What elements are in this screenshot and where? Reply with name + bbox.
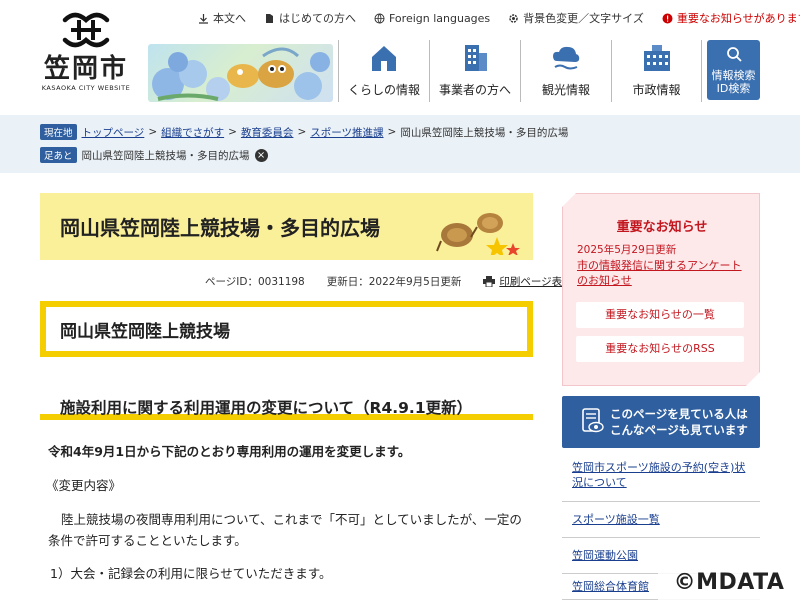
id-search-label: ID検索: [716, 82, 751, 95]
site-header: 笠岡市 KASAOKA CITY WEBSITE 本文へ はじめての方へ For…: [0, 0, 800, 115]
breadcrumb-current: 岡山県笠岡陸上競技場・多目的広場: [400, 126, 569, 139]
watermark: ©MDATA: [658, 566, 800, 600]
page-id: ページID：0031198: [205, 276, 305, 288]
notice-title: 重要なお知らせ: [616, 220, 708, 235]
breadcrumb-link-top[interactable]: トップページ: [82, 125, 145, 140]
nav-city-government[interactable]: 市政情報: [611, 40, 702, 102]
nav-living-info[interactable]: くらしの情報: [338, 40, 429, 102]
related-pages-header: このページを見ている人は こんなページも見ています: [562, 396, 760, 448]
info-search-label: 情報検索: [711, 69, 756, 82]
section-heading-box: 岡山県笠岡陸上競技場: [40, 301, 533, 357]
document-eye-icon: [582, 408, 604, 433]
list-item[interactable]: スポーツ施設一覧: [562, 502, 760, 538]
display-settings-label: 背景色変更／文字サイズ: [523, 12, 644, 25]
foreign-languages-link[interactable]: Foreign languages: [374, 10, 490, 26]
nav-business[interactable]: 事業者の方へ: [429, 40, 520, 102]
updated-date: 更新日：2022年9月5日更新: [326, 276, 462, 288]
foreign-languages-label: Foreign languages: [389, 11, 491, 25]
logo-text: 笠岡市: [43, 54, 128, 84]
breadcrumb-separator: >: [228, 126, 237, 138]
intro-paragraph: 令和4年9月1日から下記のとおり専用利用の運用を変更します。: [48, 444, 411, 459]
alert-icon: [662, 13, 673, 24]
corner-fold: [746, 372, 760, 386]
related-pages-title-line2: こんなページも見ています: [610, 423, 748, 437]
current-location-tag: 現在地: [40, 124, 77, 140]
subsection-heading: 施設利用に関する利用運用の変更について（R4.9.1更新）: [40, 394, 533, 420]
nav-business-label: 事業者の方へ: [438, 83, 511, 97]
header-banner-image: [148, 44, 333, 102]
body-paragraph: 陸上競技場の夜間専用利用について、これまで「不可」としていましたが、一定の条件で…: [48, 512, 522, 548]
nav-living-info-label: くらしの情報: [347, 83, 420, 97]
main-navigation: くらしの情報 事業者の方へ 観光情報 市政情報: [338, 40, 702, 102]
related-pages-title: このページを見ている人は こんなページも見ています: [610, 406, 748, 438]
page-meta: ページID：0031198 更新日：2022年9月5日更新 印刷ページ表示: [205, 274, 573, 289]
print-page-link[interactable]: 印刷ページ表示: [483, 274, 573, 289]
mascot-decoration-icon: [436, 213, 520, 255]
utility-links: 本文へ はじめての方へ Foreign languages 背景色変更／文字サイ…: [198, 10, 800, 26]
building-icon: [465, 45, 487, 71]
footprint-tag: 足あと: [40, 147, 77, 163]
cloud-icon: [553, 46, 580, 70]
logo-subtext: KASAOKA CITY WEBSITE: [41, 84, 131, 92]
section-heading: 岡山県笠岡陸上競技場: [60, 322, 230, 342]
notice-list-button[interactable]: 重要なお知らせの一覧: [576, 302, 744, 328]
page-title: 岡山県笠岡陸上競技場・多目的広場: [60, 216, 380, 240]
breadcrumb-link-sports-division[interactable]: スポーツ推進課: [310, 125, 383, 140]
subsection-heading-text: 施設利用に関する利用運用の変更について（R4.9.1更新）: [60, 399, 473, 417]
search-icon: [726, 47, 742, 62]
page-title-band: 岡山県笠岡陸上競技場・多目的広場: [40, 193, 533, 260]
notice-rss-button[interactable]: 重要なお知らせのRSS: [576, 336, 744, 362]
condition-item: 1）大会・記録会の利用に限らせていただきます。: [50, 566, 332, 581]
important-notice-link[interactable]: 重要なお知らせがあります: [662, 10, 800, 26]
nav-tourism[interactable]: 観光情報: [520, 40, 611, 102]
important-notice-panel: 重要なお知らせ 2025年5月29日更新 市の情報発信に関するアンケートのお知ら…: [562, 193, 760, 386]
corner-fold: [562, 193, 576, 207]
printer-icon: [483, 276, 496, 287]
breadcrumb-area: 現在地 トップページ > 組織でさがす > 教育委員会 > スポーツ推進課 > …: [0, 115, 800, 173]
globe-icon: [374, 13, 385, 24]
nav-tourism-label: 観光情報: [541, 83, 590, 97]
related-pages-title-line1: このページを見ている人は: [610, 407, 748, 421]
gear-icon: [508, 13, 519, 24]
house-icon: [372, 46, 396, 71]
city-hall-icon: [643, 45, 670, 71]
display-settings-link[interactable]: 背景色変更／文字サイズ: [508, 10, 644, 26]
breadcrumb-separator: >: [387, 126, 397, 138]
notice-link[interactable]: 市の情報発信に関するアンケートのお知らせ: [577, 258, 752, 288]
download-arrow-icon: [198, 13, 209, 24]
skip-to-content-label: 本文へ: [213, 12, 246, 25]
skip-to-content-link[interactable]: 本文へ: [198, 10, 246, 26]
city-emblem-icon: [61, 10, 111, 50]
footprint-item[interactable]: 岡山県笠岡陸上競技場・多目的広場: [82, 148, 250, 163]
nav-city-government-label: 市政情報: [632, 83, 681, 97]
changes-label: 《変更内容》: [46, 478, 122, 493]
footprint-trail: 足あと 岡山県笠岡陸上競技場・多目的広場 ×: [40, 147, 268, 163]
list-item[interactable]: 笠岡市スポーツ施設の予約(空き)状況について: [562, 448, 760, 502]
breadcrumb: 現在地 トップページ > 組織でさがす > 教育委員会 > スポーツ推進課 > …: [40, 124, 568, 140]
bookmark-icon: [264, 13, 275, 24]
info-search-button[interactable]: 情報検索 ID検索: [707, 40, 760, 100]
site-logo[interactable]: 笠岡市 KASAOKA CITY WEBSITE: [40, 10, 132, 102]
important-notice-label: 重要なお知らせがあります: [676, 12, 800, 25]
breadcrumb-separator: >: [148, 126, 158, 138]
first-time-visitors-link[interactable]: はじめての方へ: [264, 10, 356, 26]
first-time-visitors-label: はじめての方へ: [279, 12, 356, 25]
notice-date: 2025年5月29日更新: [577, 244, 677, 256]
close-icon[interactable]: ×: [254, 148, 268, 162]
breadcrumb-link-education-board[interactable]: 教育委員会: [241, 125, 294, 140]
breadcrumb-separator: >: [297, 126, 307, 138]
breadcrumb-link-organization[interactable]: 組織でさがす: [161, 125, 224, 140]
